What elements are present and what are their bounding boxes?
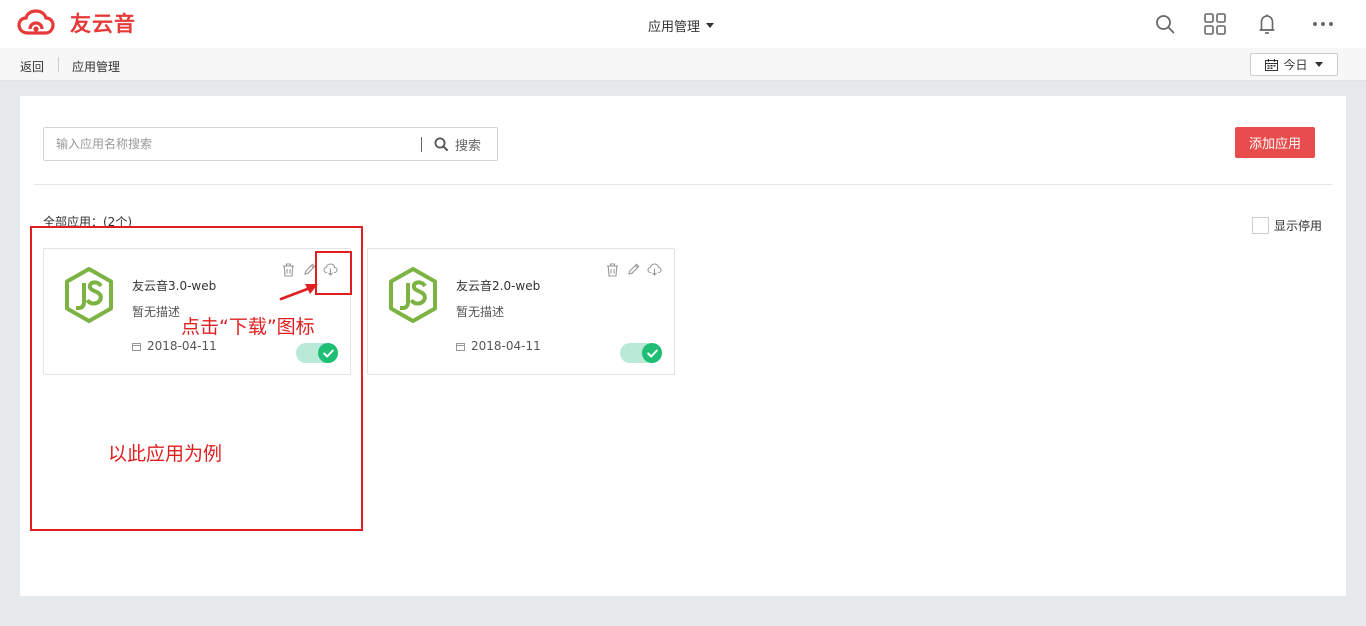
delete-icon[interactable] xyxy=(605,262,620,277)
download-icon[interactable] xyxy=(647,262,662,277)
annotation-example-app: 以此应用为例 xyxy=(108,443,223,465)
sub-navbar: 返回 应用管理 今日 xyxy=(0,48,1366,81)
show-disabled-checkbox[interactable] xyxy=(1252,217,1269,234)
add-app-button[interactable]: 添加应用 xyxy=(1235,127,1315,158)
app-card[interactable]: 友云音2.0-web 暂无描述 2018-04-11 xyxy=(367,248,675,375)
more-icon[interactable] xyxy=(1311,12,1335,36)
annotation-example-box xyxy=(30,226,363,531)
app-switcher-label: 应用管理 xyxy=(648,20,701,35)
app-date: 2018-04-11 xyxy=(456,339,541,353)
show-disabled-label: 显示停用 xyxy=(1274,219,1323,233)
card-actions xyxy=(605,262,662,277)
date-filter-label: 今日 xyxy=(1283,58,1308,72)
brand-logo[interactable]: 友云音 xyxy=(16,8,136,38)
check-icon xyxy=(642,343,662,363)
calendar-icon xyxy=(456,342,465,351)
search-button-label: 搜索 xyxy=(455,138,482,154)
bell-icon[interactable] xyxy=(1255,12,1279,36)
back-link[interactable]: 返回 xyxy=(20,58,44,75)
search-box: 搜索 xyxy=(43,127,498,161)
nodejs-logo-icon xyxy=(389,267,437,323)
search-input[interactable] xyxy=(44,128,419,160)
apps-grid-icon[interactable] xyxy=(1203,12,1227,36)
brand-name: 友云音 xyxy=(70,12,136,36)
search-icon[interactable] xyxy=(1153,12,1177,36)
section-divider xyxy=(34,184,1332,185)
caret-down-icon xyxy=(706,23,715,28)
search-button[interactable]: 搜索 xyxy=(434,128,481,160)
show-disabled-toggle[interactable]: 显示停用 xyxy=(1252,217,1322,234)
date-filter-dropdown[interactable]: 今日 xyxy=(1250,53,1338,76)
app-description: 暂无描述 xyxy=(456,305,505,319)
annotation-arrow-icon xyxy=(279,284,318,301)
cloud-logo-icon xyxy=(17,9,55,35)
edit-icon[interactable] xyxy=(626,262,641,277)
subbar-divider xyxy=(58,57,59,72)
annotation-click-download: 点击“下载”图标 xyxy=(181,316,315,338)
enable-toggle[interactable] xyxy=(620,343,662,363)
top-navbar: 友云音 应用管理 xyxy=(0,0,1366,48)
search-divider xyxy=(421,137,422,152)
app-date-text: 2018-04-11 xyxy=(471,339,541,353)
search-icon xyxy=(434,137,448,151)
app-switcher-dropdown[interactable]: 应用管理 xyxy=(648,16,715,35)
page-title: 应用管理 xyxy=(72,60,121,74)
calendar-icon xyxy=(1265,58,1279,71)
app-name: 友云音2.0-web xyxy=(456,279,541,293)
caret-down-icon xyxy=(1314,62,1323,67)
